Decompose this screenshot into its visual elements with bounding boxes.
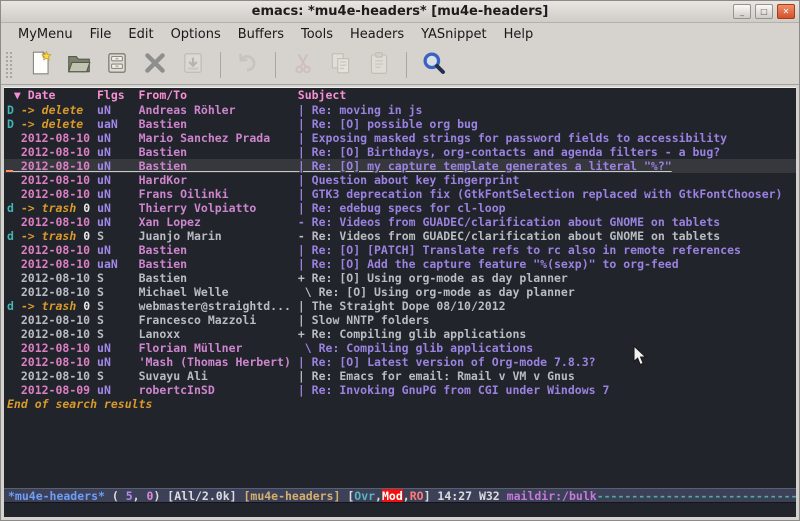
modeline-maildir: maildir:/bulk: [507, 489, 597, 503]
close-buffer-icon: [142, 50, 168, 80]
message-row[interactable]: 2012-08-10 S Francesco Mazzoli | Slow NN…: [4, 313, 796, 327]
open-folder-button[interactable]: [64, 50, 94, 80]
undo-button: [233, 50, 263, 80]
message-row[interactable]: d -> trash 0 S webmaster@straightd... | …: [4, 299, 796, 313]
message-row[interactable]: 2012-08-10 uN Bastien | Re: [O] Birthday…: [4, 145, 796, 159]
cut-button: [288, 50, 318, 80]
point-cursor: [6, 170, 13, 172]
modeline-plain: ) [All/2.0k]: [153, 489, 243, 503]
menu-buffers[interactable]: Buffers: [231, 24, 291, 45]
modeline-mod: Mod: [382, 489, 403, 503]
modeline-plain: [: [340, 489, 354, 503]
menu-yasnippet[interactable]: YASnippet: [414, 24, 494, 45]
message-row[interactable]: 2012-08-10 uN Frans Oilinki | GTK3 depre…: [4, 187, 796, 201]
window-title: emacs: *mu4e-headers* [mu4e-headers]: [1, 4, 799, 19]
message-row[interactable]: 2012-08-10 S Michael Welle \ Re: [O] Usi…: [4, 285, 796, 299]
copy-button: [326, 50, 356, 80]
message-row[interactable]: 2012-08-09 uN robertcInSD | Re: Invoking…: [4, 383, 796, 397]
message-row[interactable]: D -> delete uN Andreas Röhler | Re: movi…: [4, 103, 796, 117]
maximize-button[interactable]: □: [755, 4, 773, 19]
toolbar: [1, 46, 799, 85]
cut-icon: [290, 50, 316, 80]
message-row[interactable]: 2012-08-10 uN Mario Sanchez Prada | Expo…: [4, 131, 796, 145]
toolbar-separator: [406, 52, 407, 78]
end-of-search-results: End of search results: [4, 397, 796, 411]
open-folder-icon: [66, 50, 92, 80]
menu-tools[interactable]: Tools: [294, 24, 340, 45]
toolbar-separator: [220, 52, 221, 78]
message-row[interactable]: d -> trash 0 uN Thierry Volpiatto | Re: …: [4, 201, 796, 215]
modeline-plain: ,: [375, 489, 382, 503]
message-row[interactable]: 2012-08-10 uN Florian Müllner \ Re: Comp…: [4, 341, 796, 355]
search-icon: [421, 50, 447, 80]
toolbar-drag-handle[interactable]: [5, 51, 14, 79]
save-as-icon: [180, 50, 206, 80]
modeline-ovr: Ovr: [354, 489, 375, 503]
modeline-plain: ,: [403, 489, 410, 503]
modeline-buffer-name: *mu4e-headers*: [8, 489, 105, 503]
mu4e-headers-buffer: ▼ Date Flgs From/To Subject D -> delete …: [4, 87, 796, 517]
modeline-dashes: ----------------------------------------…: [597, 489, 796, 503]
message-list: D -> delete uN Andreas Röhler | Re: movi…: [4, 103, 796, 397]
modeline-plain: (: [105, 489, 126, 503]
menu-edit[interactable]: Edit: [121, 24, 160, 45]
search-button[interactable]: [419, 50, 449, 80]
modeline-ro: RO: [410, 489, 424, 503]
message-row[interactable]: 2012-08-10 S Bastien + Re: [O] Using org…: [4, 271, 796, 285]
modeline-line-number: 5: [126, 489, 133, 503]
menu-mymenu[interactable]: MyMenu: [11, 24, 80, 45]
minibuffer[interactable]: [4, 503, 796, 517]
save-as-button: [178, 50, 208, 80]
emacs-window: emacs: *mu4e-headers* [mu4e-headers] _ □ ✕…: [0, 0, 800, 521]
paste-icon: [366, 50, 392, 80]
message-row[interactable]: d -> trash 0 S Juanjo Marin - Re: Videos…: [4, 229, 796, 243]
message-row[interactable]: 2012-08-10 uN Bastien | Re: [O] [PATCH] …: [4, 243, 796, 257]
menu-headers[interactable]: Headers: [343, 24, 411, 45]
menu-options[interactable]: Options: [164, 24, 228, 45]
menu-file[interactable]: File: [83, 24, 119, 45]
close-button[interactable]: ✕: [777, 4, 795, 19]
save-icon: [104, 50, 130, 80]
save-button[interactable]: [102, 50, 132, 80]
message-row[interactable]: 2012-08-10 S Lanoxx + Re: Compiling glib…: [4, 327, 796, 341]
modeline-plain: ]: [424, 489, 438, 503]
message-row[interactable]: 2012-08-10 uN Xan Lopez - Re: Videos fro…: [4, 215, 796, 229]
new-file-icon: [28, 50, 54, 80]
message-row[interactable]: 2012-08-10 uN HardKor | Question about k…: [4, 173, 796, 187]
menu-help[interactable]: Help: [497, 24, 541, 45]
message-row[interactable]: 2012-08-10 uN 'Mash (Thomas Herbert) | R…: [4, 355, 796, 369]
message-row[interactable]: 2012-08-10 S Suvayu Ali | Re: Emacs for …: [4, 369, 796, 383]
modeline: *mu4e-headers* ( 5, 0) [All/2.0k] [mu4e-…: [4, 488, 796, 503]
message-row[interactable]: 2012-08-10 uN Bastien | Re: [O] my captu…: [4, 159, 796, 173]
modeline-plain: 14:27 W32: [437, 489, 506, 503]
new-file-button[interactable]: [26, 50, 56, 80]
modeline-plain: ,: [133, 489, 147, 503]
message-row[interactable]: 2012-08-10 uaN Bastien | Re: [O] Add the…: [4, 257, 796, 271]
paste-button: [364, 50, 394, 80]
modeline-mode: [mu4e-headers]: [243, 489, 340, 503]
close-buffer-button[interactable]: [140, 50, 170, 80]
message-row[interactable]: D -> delete uaN Bastien | Re: [O] possib…: [4, 117, 796, 131]
titlebar[interactable]: emacs: *mu4e-headers* [mu4e-headers] _ □ ✕: [1, 1, 799, 23]
copy-icon: [328, 50, 354, 80]
minimize-button[interactable]: _: [733, 4, 751, 19]
window-controls: _ □ ✕: [733, 4, 795, 19]
menubar: MyMenuFileEditOptionsBuffersToolsHeaders…: [1, 23, 799, 46]
headers-header-line[interactable]: ▼ Date Flgs From/To Subject: [4, 88, 796, 103]
toolbar-separator: [275, 52, 276, 78]
undo-icon: [235, 50, 261, 80]
